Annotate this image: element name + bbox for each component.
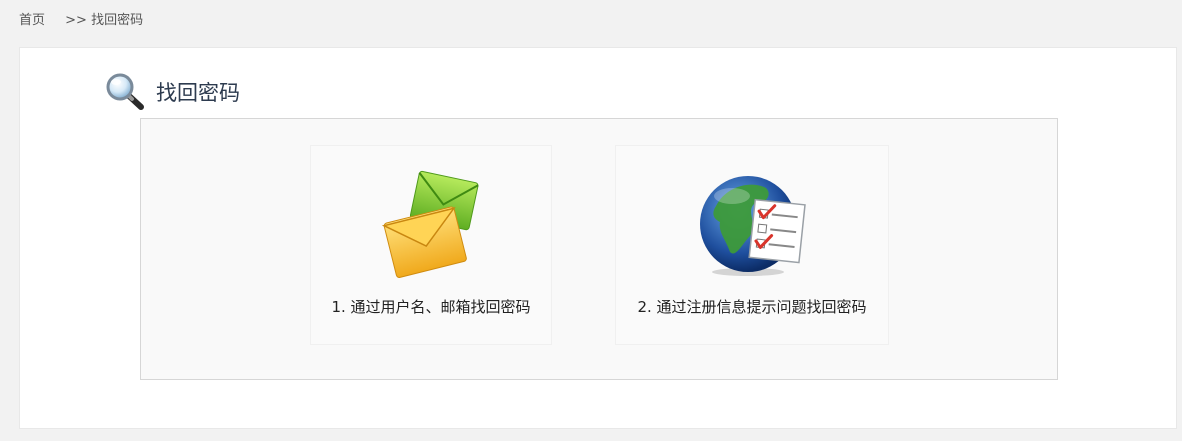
page-title: 找回密码 xyxy=(156,81,240,105)
magnifier-icon xyxy=(104,71,146,113)
main-panel: 找回密码 1. 通过用户名、邮箱找回密码 2. 通过注册信息提示问题找回密码 xyxy=(19,47,1177,429)
recovery-options-box: 1. 通过用户名、邮箱找回密码 2. 通过注册信息提示问题找回密码 xyxy=(140,118,1058,380)
option-label: 2. 通过注册信息提示问题找回密码 xyxy=(637,298,867,316)
recover-by-email-option[interactable]: 1. 通过用户名、邮箱找回密码 xyxy=(310,145,552,345)
breadcrumb-separator: >> xyxy=(65,13,87,28)
breadcrumb-home-link[interactable]: 首页 xyxy=(19,13,45,28)
envelope-icon xyxy=(381,166,481,282)
globe-checklist-icon xyxy=(696,166,808,282)
recover-by-question-option[interactable]: 2. 通过注册信息提示问题找回密码 xyxy=(615,145,889,345)
option-label: 1. 通过用户名、邮箱找回密码 xyxy=(331,298,531,316)
breadcrumb-current: 找回密码 xyxy=(91,13,144,28)
page-header: 找回密码 xyxy=(104,70,240,114)
breadcrumb: 首页 >> 找回密码 xyxy=(19,11,143,31)
